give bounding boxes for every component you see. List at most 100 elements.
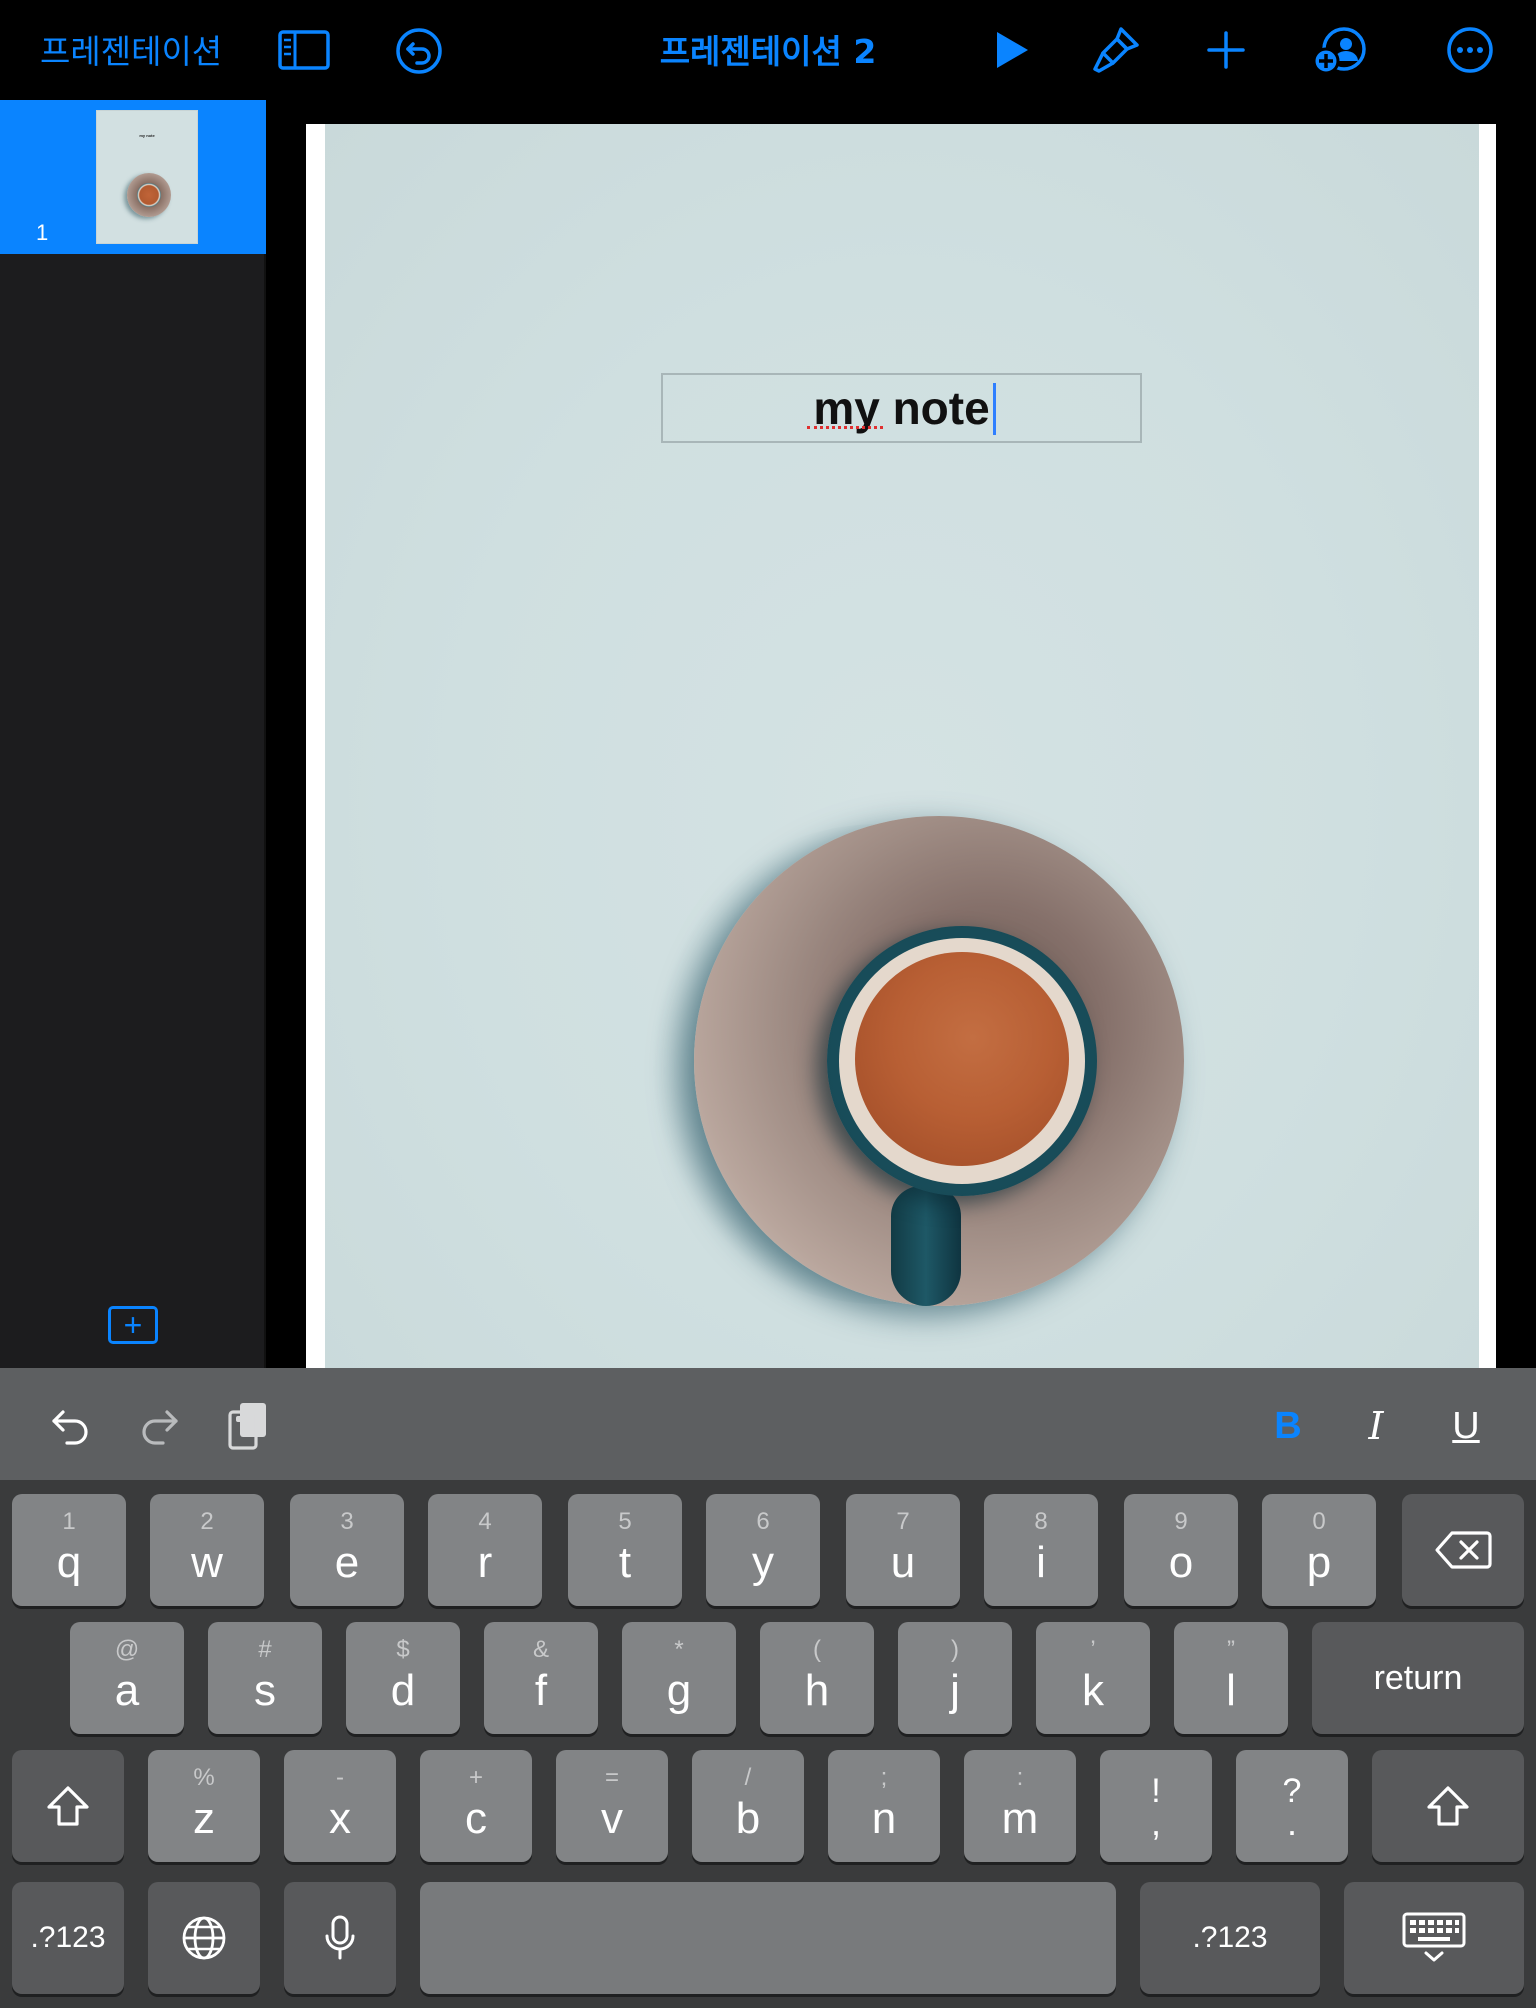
microphone-icon (325, 1915, 355, 1960)
key-hint: 8 (1034, 1508, 1048, 1535)
more-button[interactable] (1446, 26, 1494, 74)
left-shift-key[interactable] (12, 1750, 124, 1862)
key-label: x (329, 1794, 351, 1843)
key-i[interactable]: 8i (984, 1494, 1098, 1606)
clipboard-icon (228, 1403, 266, 1450)
key-g[interactable]: * g (622, 1622, 736, 1734)
key-hint: * (674, 1636, 684, 1663)
key-hint: - (336, 1764, 344, 1791)
key-c[interactable]: + c (420, 1750, 532, 1862)
dictation-key[interactable] (284, 1882, 396, 1994)
key-label: z (193, 1794, 215, 1843)
numbers-key-right[interactable]: .?123 (1140, 1882, 1320, 1994)
key-hint: $ (396, 1636, 410, 1663)
collaborate-button[interactable] (1312, 26, 1368, 76)
key-label: l (1226, 1666, 1236, 1715)
document-title[interactable]: 프레젠테이션 2 (560, 26, 976, 72)
key-m[interactable]: :m (964, 1750, 1076, 1862)
key-z[interactable]: % z (148, 1750, 260, 1862)
key-label: d (390, 1666, 416, 1715)
key-label: n (871, 1794, 897, 1843)
globe-icon (182, 1916, 226, 1960)
hide-keyboard-key[interactable] (1344, 1882, 1524, 1994)
key-hint: 4 (478, 1508, 492, 1535)
key-label: p (1306, 1538, 1332, 1587)
key-hint: 5 (618, 1508, 632, 1535)
key-hint: 3 (340, 1508, 354, 1535)
key-j[interactable]: ) j (898, 1622, 1012, 1734)
slide-thumbnail[interactable]: my note (96, 110, 198, 244)
slide-thumbnail-row[interactable]: my note 1 (0, 100, 266, 254)
numbers-label: .?123 (30, 1921, 106, 1954)
undo-circle-icon (396, 28, 442, 74)
key-k[interactable]: ’ k (1036, 1622, 1150, 1734)
slide[interactable]: my note (325, 124, 1479, 1368)
key-label: c (465, 1794, 487, 1843)
play-button[interactable] (992, 28, 1032, 72)
key-y[interactable]: 6y (706, 1494, 820, 1606)
key-s[interactable]: # s (208, 1622, 322, 1734)
key-n[interactable]: ; n (828, 1750, 940, 1862)
slide-navigator: my note 1 + (0, 100, 266, 1368)
undo-button[interactable] (394, 26, 444, 76)
globe-key[interactable] (148, 1882, 260, 1994)
key-a[interactable]: @ a (70, 1622, 184, 1734)
format-button[interactable] (1090, 24, 1142, 76)
key-v[interactable]: = v (556, 1750, 668, 1862)
key-hint: : (1016, 1764, 1024, 1791)
coffee (855, 952, 1069, 1166)
on-screen-keyboard: B I U 1q 2w 3e 4r 5t 6y 7u 8i 9o 0p @ a #… (0, 1368, 1536, 2008)
sidebar-toggle-icon (278, 30, 330, 70)
key-label: s (254, 1666, 276, 1715)
keyboard-undo-button[interactable] (44, 1398, 96, 1454)
right-shift-key[interactable] (1372, 1750, 1524, 1862)
key-h[interactable]: (h (760, 1622, 874, 1734)
key-label: f (534, 1666, 548, 1715)
key-hint: ; (880, 1764, 888, 1791)
key-label: e (334, 1538, 360, 1587)
play-icon (997, 32, 1028, 68)
keyboard-redo-button[interactable] (134, 1398, 186, 1454)
key-r[interactable]: 4r (428, 1494, 542, 1606)
key-label: w (191, 1538, 223, 1587)
key-e[interactable]: 3e (290, 1494, 404, 1606)
return-label: return (1373, 1658, 1463, 1697)
key-d[interactable]: $ d (346, 1622, 460, 1734)
key-hint: 2 (200, 1508, 214, 1535)
space-key[interactable] (420, 1882, 1116, 1994)
key-label: b (735, 1794, 761, 1843)
key-x[interactable]: -x (284, 1750, 396, 1862)
key-label: h (804, 1666, 830, 1715)
insert-button[interactable] (1204, 28, 1248, 72)
keyboard-shortcut-bar: B I U (0, 1368, 1536, 1480)
key-f[interactable]: & f (484, 1622, 598, 1734)
key-hint: / (744, 1764, 752, 1791)
delete-key[interactable] (1402, 1494, 1524, 1606)
key-b[interactable]: / b (692, 1750, 804, 1862)
underline-button[interactable]: U (1440, 1398, 1492, 1454)
key-u[interactable]: 7u (846, 1494, 960, 1606)
numbers-key-left[interactable]: .?123 (12, 1882, 124, 1994)
format-brush-icon (1093, 27, 1139, 73)
back-to-presentations-button[interactable]: 프레젠테이션 (40, 26, 222, 72)
key-o[interactable]: 9o (1124, 1494, 1238, 1606)
bold-button[interactable]: B (1262, 1398, 1314, 1454)
shift-icon (1427, 1786, 1469, 1826)
undo-arrow-icon (52, 1410, 88, 1445)
return-key[interactable]: return (1312, 1622, 1524, 1734)
key-hint: % (193, 1764, 215, 1791)
key-period[interactable]: ?. (1236, 1750, 1348, 1862)
sidebar-toggle-button[interactable] (276, 28, 332, 72)
keyboard-paste-button[interactable] (222, 1398, 274, 1454)
key-p[interactable]: 0p (1262, 1494, 1376, 1606)
key-hint: ’ (1090, 1636, 1096, 1663)
key-t[interactable]: 5t (568, 1494, 682, 1606)
key-w[interactable]: 2w (150, 1494, 264, 1606)
text-box[interactable]: my note (661, 373, 1142, 443)
key-q[interactable]: 1q (12, 1494, 126, 1606)
italic-button[interactable]: I (1350, 1398, 1402, 1454)
key-hint: 0 (1312, 1508, 1326, 1535)
key-comma[interactable]: !, (1100, 1750, 1212, 1862)
add-slide-button[interactable]: + (108, 1306, 158, 1344)
key-l[interactable]: ” l (1174, 1622, 1288, 1734)
